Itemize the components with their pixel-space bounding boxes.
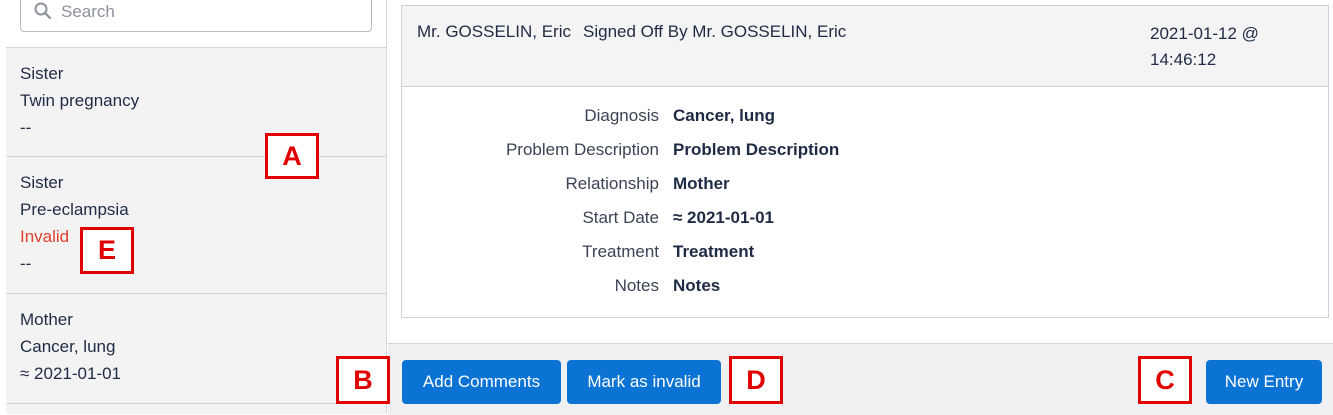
date-text: ≈ 2021-01-01 — [20, 364, 122, 383]
search-input[interactable] — [59, 0, 363, 25]
date-text: -- — [20, 118, 32, 137]
search-bar — [6, 0, 386, 48]
field-label: Relationship — [565, 174, 659, 193]
field-label: Problem Description — [505, 140, 659, 159]
invalid-status: Invalid — [20, 227, 70, 246]
field-value: Notes — [673, 276, 721, 295]
annotation-marker-a: A — [265, 133, 319, 179]
relationship-text: Sister — [20, 173, 64, 192]
condition-text: Pre-eclampsia — [20, 200, 129, 219]
field-row-start-date: Start Date ≈ 2021-01-01 — [402, 208, 1328, 242]
relationship-text: Sister — [20, 64, 64, 83]
entry-timestamp: 2021-01-12 @ 14:46:12 — [1150, 24, 1259, 69]
field-row-treatment: Treatment Treatment — [402, 242, 1328, 276]
field-label: Treatment — [582, 242, 659, 261]
annotation-marker-c: C — [1138, 356, 1192, 404]
field-label: Diagnosis — [584, 106, 659, 125]
signed-off-text: Signed Off By Mr. GOSSELIN, Eric — [583, 22, 847, 41]
field-row-diagnosis: Diagnosis Cancer, lung — [402, 106, 1328, 140]
add-comments-button[interactable]: Add Comments — [402, 360, 561, 404]
field-label: Start Date — [582, 208, 659, 227]
date-text: -- — [20, 254, 32, 273]
search-icon — [34, 2, 52, 20]
field-value: Mother — [673, 174, 730, 193]
condition-text: Twin pregnancy — [20, 91, 140, 110]
field-value: Problem Description — [673, 140, 840, 159]
field-row-notes: Notes Notes — [402, 276, 1328, 310]
list-item[interactable]: Sister Twin pregnancy -- — [6, 47, 386, 157]
field-row-problem-description: Problem Description Problem Description — [402, 140, 1328, 174]
relationship-text: Mother — [20, 310, 73, 329]
condition-text: Cancer, lung — [20, 337, 116, 356]
mark-invalid-button[interactable]: Mark as invalid — [567, 360, 721, 404]
search-box[interactable] — [20, 0, 372, 32]
field-value: Treatment — [673, 242, 755, 261]
field-value: Cancer, lung — [673, 106, 776, 125]
field-value: ≈ 2021-01-01 — [673, 208, 775, 227]
author-name: Mr. GOSSELIN, Eric — [417, 22, 571, 41]
list-item[interactable]: Sister Pre-eclampsia Invalid -- — [6, 157, 386, 294]
entry-card: Mr. GOSSELIN, Eric Signed Off By Mr. GOS… — [401, 5, 1329, 318]
field-row-relationship: Relationship Mother — [402, 174, 1328, 208]
entries-sidebar: Sister Twin pregnancy -- Sister Pre-ecla… — [6, 0, 387, 414]
field-label: Notes — [614, 276, 659, 295]
annotation-marker-e: E — [80, 227, 134, 274]
new-entry-button[interactable]: New Entry — [1206, 360, 1322, 404]
annotation-marker-d: D — [729, 356, 783, 404]
list-item[interactable]: Mother Cancer, lung ≈ 2021-01-01 — [6, 294, 386, 404]
annotation-marker-b: B — [336, 356, 390, 404]
entry-header: Mr. GOSSELIN, Eric Signed Off By Mr. GOS… — [402, 6, 1328, 87]
